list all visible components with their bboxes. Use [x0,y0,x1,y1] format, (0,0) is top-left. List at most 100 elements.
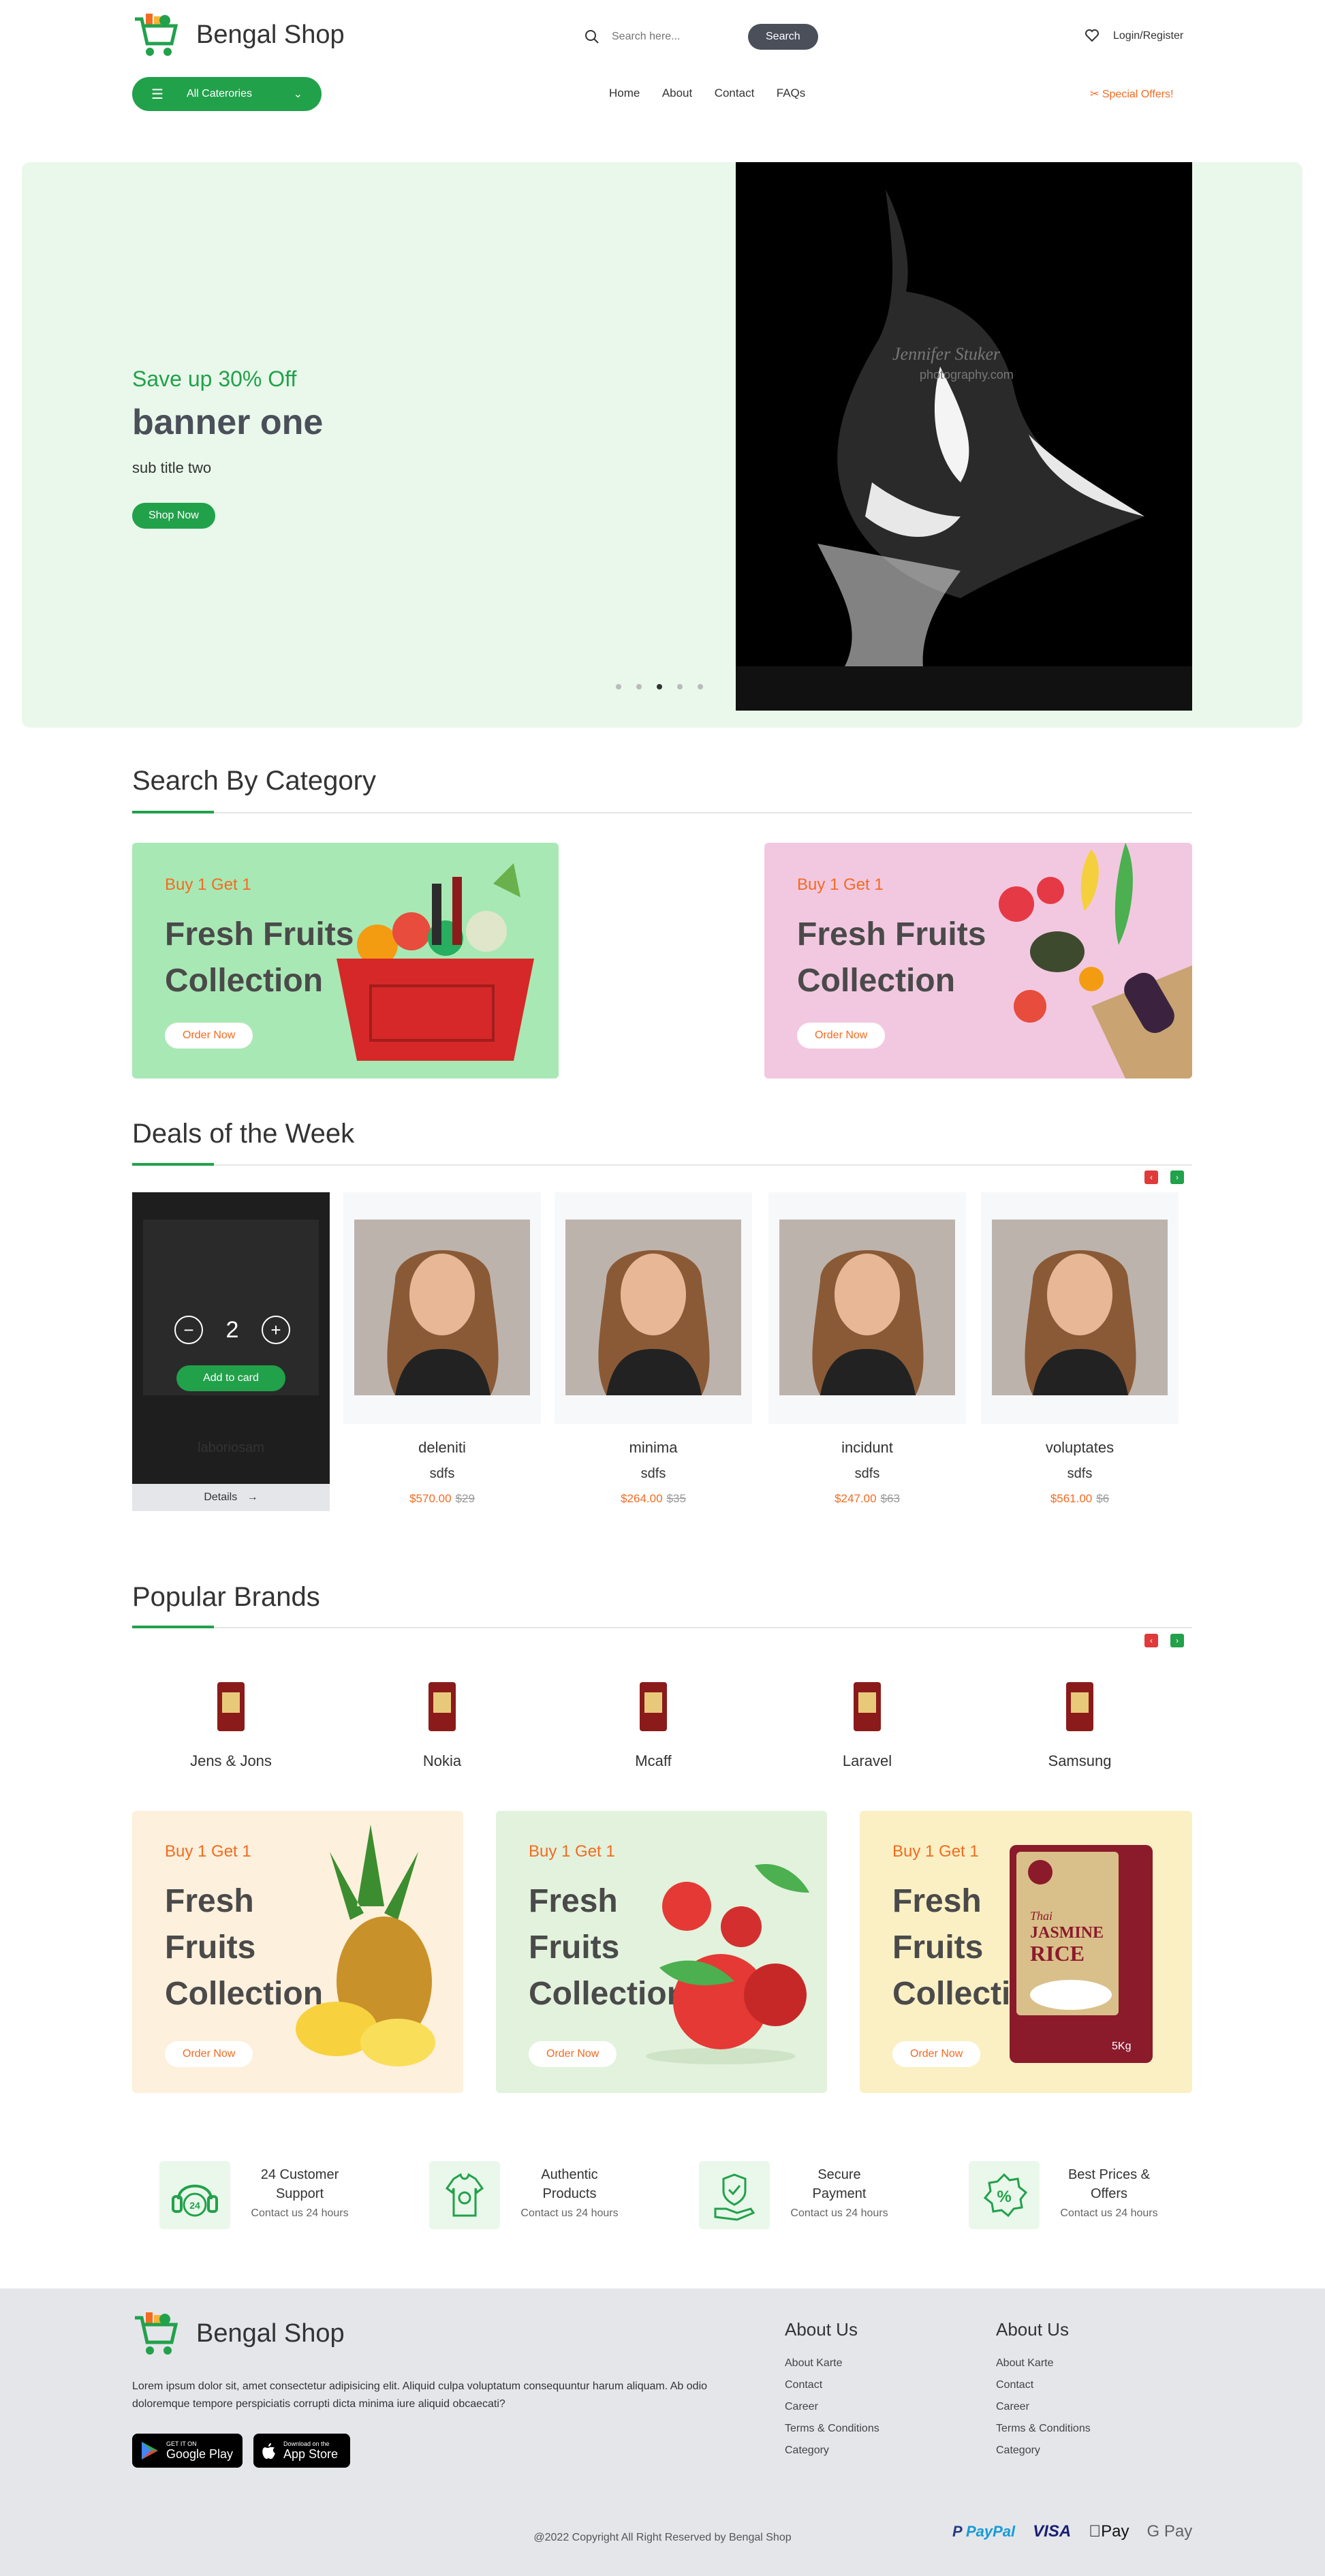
brand-item[interactable]: Jens & Jons [132,1679,330,1774]
section-divider-accent [132,1163,214,1166]
footer-link[interactable]: About Karte [996,2353,1159,2374]
paypal-icon: P PayPal [952,2523,1016,2540]
footer-link[interactable]: Career [785,2396,948,2418]
footer-link[interactable]: Contact [785,2374,948,2396]
footer-link[interactable]: Category [785,2440,948,2462]
product-subtitle: sdfs [429,1466,455,1481]
promo-buy-label: Buy 1 Get 1 [165,1842,251,1861]
wishlist-icon[interactable] [1085,29,1100,46]
nav-home[interactable]: Home [609,87,640,99]
login-link[interactable]: Login/Register [1113,30,1183,42]
chevron-down-icon: ⌄ [293,89,302,100]
menu-icon: ☰ [151,87,163,102]
promo-card-pineapple[interactable]: Buy 1 Get 1 Fresh Fruits Collection Orde… [132,1811,463,2093]
add-to-cart-button[interactable]: Add to card [176,1365,285,1391]
slide-dot[interactable] [616,684,621,689]
nav-contact[interactable]: Contact [715,87,755,99]
plus-button[interactable]: + [261,1316,290,1344]
footer-link[interactable]: Terms & Conditions [785,2418,948,2440]
product-name[interactable]: voluptates [981,1439,1179,1457]
category-promo-green[interactable]: Buy 1 Get 1 Fresh Fruits Collection Orde… [132,843,559,1078]
footer-link[interactable]: Terms & Conditions [996,2418,1159,2440]
product-name[interactable]: incidunt [768,1439,966,1457]
nav-faqs[interactable]: FAQs [777,87,806,99]
product-card[interactable]: incidunt sdfs $247.00 $63 [768,1192,966,1511]
order-now-button[interactable]: Order Now [165,1023,253,1049]
product-name[interactable]: minima [555,1439,752,1457]
brands-section-title: Popular Brands [132,1582,320,1612]
badge-big-text: App Store [283,2447,339,2461]
app-store-badge[interactable]: Download on the App Store [253,2434,350,2468]
footer-col-title: About Us [785,2319,858,2340]
minus-button[interactable]: − [174,1316,203,1344]
footer-link[interactable]: Contact [996,2374,1159,2396]
hero-slide-dots [616,684,703,689]
badge-big-text: Google Play [166,2447,234,2461]
product-card[interactable]: minima sdfs $264.00 $35 [555,1192,752,1511]
payment-methods: P PayPal VISA Pay G Pay [952,2522,1192,2541]
next-arrow-button[interactable]: › [1170,1170,1184,1184]
category-promo-pink[interactable]: Buy 1 Get 1 Fresh Fruits Collection Orde… [764,843,1192,1078]
slide-dot[interactable] [698,684,703,689]
product-subtitle: sdfs [854,1466,880,1481]
details-button[interactable]: Details → [132,1484,330,1511]
feature-secure: Secure Payment Contact us 24 hours [699,2161,903,2232]
rice-label-2: JASMINE [1030,1924,1104,1942]
category-section-title: Search By Category [132,766,376,796]
feature-authentic: Authentic Products Contact us 24 hours [429,2161,634,2232]
order-now-button[interactable]: Order Now [529,2041,617,2067]
promo-title-line2: Collection [797,963,956,999]
prev-arrow-button[interactable]: ‹ [1144,1170,1158,1184]
promo-buy-label: Buy 1 Get 1 [892,1842,979,1861]
product-card[interactable]: voluptates sdfs $561.00 $6 [981,1192,1179,1511]
discount-icon: % [969,2161,1040,2229]
order-now-button[interactable]: Order Now [892,2041,981,2067]
slide-dot[interactable] [677,684,683,689]
brand-item[interactable]: Laravel [768,1679,966,1774]
feature-subtitle: Contact us 24 hours [251,2207,349,2219]
hero-image: Jennifer Stuker photography.com [736,162,1192,711]
brand-name[interactable]: Bengal Shop [196,20,345,50]
google-play-badge[interactable]: GET IT ON Google Play [132,2434,243,2468]
product-name[interactable]: deleniti [343,1439,541,1457]
promo-card-tomato[interactable]: Buy 1 Get 1 Fresh Fruits Collection Orde… [496,1811,827,2093]
footer-link[interactable]: About Karte [785,2353,948,2374]
brand-name: Samsung [1048,1752,1112,1769]
search-bar: Search [584,22,843,52]
product-card-hover[interactable]: − 2 + Add to card laboriosam Details → [132,1192,330,1511]
quantity-stepper[interactable]: − 2 + [174,1314,290,1346]
product-card[interactable]: deleniti sdfs $570.00 $29 [343,1192,541,1511]
special-offers-link[interactable]: ✂ Special Offers! [1090,87,1174,101]
price-current: $570.00 [409,1492,452,1505]
promo-title-line1: Fresh Fruits [797,916,986,952]
brand-item[interactable]: Nokia [343,1679,541,1774]
rice-weight: 5Kg [1112,2040,1131,2052]
slide-dot[interactable] [636,684,642,689]
feature-title: Authentic Products [541,2167,598,2201]
prev-arrow-button[interactable]: ‹ [1144,1634,1158,1647]
footer-logo[interactable] [132,2311,180,2357]
product-photo [992,1220,1168,1395]
quantity-value: 2 [225,1316,239,1343]
footer-link[interactable]: Category [996,2440,1159,2462]
promo-card-rice[interactable]: Buy 1 Get 1 Fresh Fruits Collection Orde… [860,1811,1192,2093]
brand-item[interactable]: Mcaff [555,1679,752,1774]
order-now-button[interactable]: Order Now [165,2041,253,2067]
order-now-button[interactable]: Order Now [797,1023,886,1049]
slide-dot-active[interactable] [657,684,662,689]
next-arrow-button[interactable]: › [1170,1634,1184,1647]
categories-button[interactable]: ☰ All Caterories ⌄ [132,77,322,111]
section-divider-accent [132,1626,214,1628]
search-button[interactable]: Search [748,24,818,50]
footer-link[interactable]: Career [996,2396,1159,2418]
brand-logo [640,1682,667,1731]
brand-item[interactable]: Samsung [981,1679,1179,1774]
visa-icon: VISA [1033,2522,1072,2541]
shop-now-button[interactable]: Shop Now [132,503,215,529]
nav-about[interactable]: About [662,87,692,99]
apple-icon [262,2443,275,2459]
search-input[interactable] [612,22,748,52]
logo[interactable] [132,12,180,59]
footer-col-1: About Us About Karte Contact Career Term… [785,2319,948,2462]
product-photo [565,1220,741,1395]
